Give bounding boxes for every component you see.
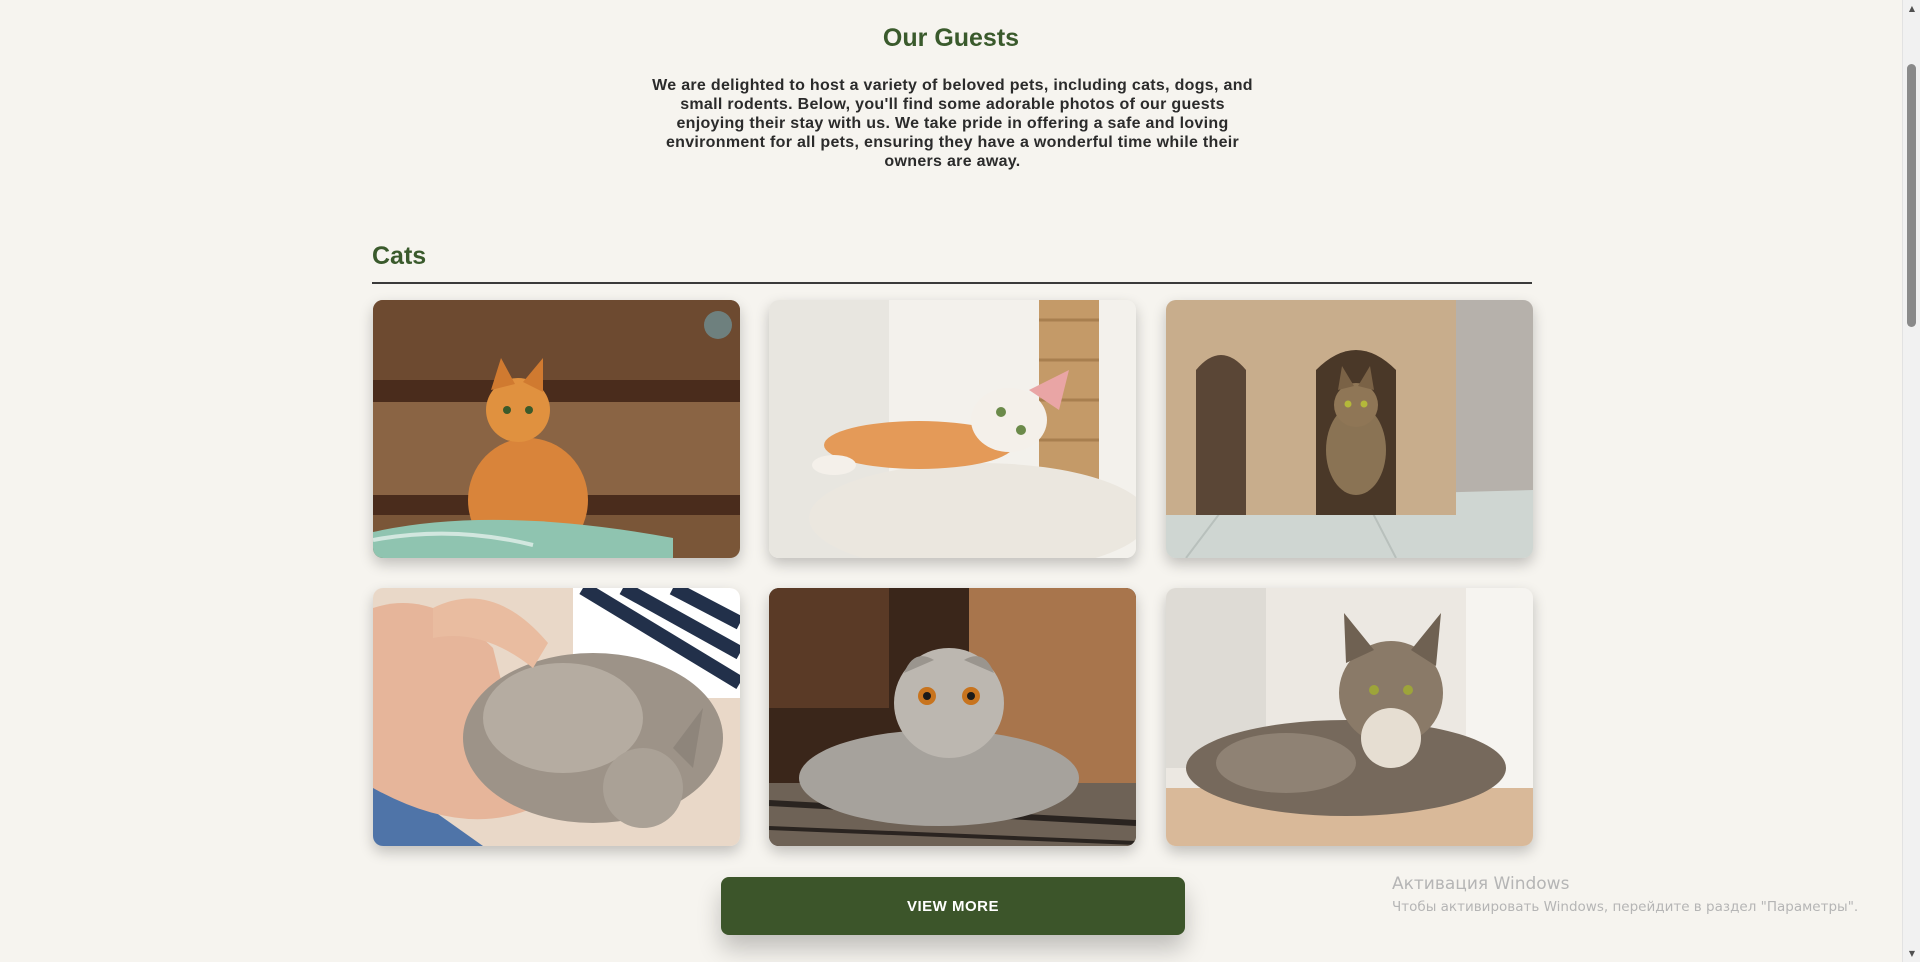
cat-photo-3-image: [1166, 300, 1533, 558]
scroll-down-arrow-icon[interactable]: ▼: [1903, 945, 1920, 962]
cat-photo-2[interactable]: [769, 300, 1136, 558]
view-more-button[interactable]: VIEW MORE: [721, 877, 1185, 935]
cat-photo-4[interactable]: [373, 588, 740, 846]
cat-photo-3[interactable]: [1166, 300, 1533, 558]
page-title: Our Guests: [882, 24, 1020, 52]
cat-photo-6-image: [1166, 588, 1533, 846]
watermark-subtitle: Чтобы активировать Windows, перейдите в …: [1392, 899, 1859, 915]
watermark-title: Активация Windows: [1392, 874, 1570, 894]
cat-photo-5[interactable]: [769, 588, 1136, 846]
vertical-scrollbar[interactable]: ▲ ▼: [1902, 0, 1920, 962]
cat-photo-1[interactable]: [373, 300, 740, 558]
scrollbar-thumb[interactable]: [1907, 64, 1916, 327]
windows-activation-watermark: Активация Windows Чтобы активировать Win…: [1392, 874, 1858, 915]
cat-photo-4-image: [373, 588, 740, 846]
cat-photo-2-image: [769, 300, 1136, 558]
section-divider: [372, 282, 1532, 284]
cat-photo-6[interactable]: [1166, 588, 1533, 846]
section-title-cats: Cats: [372, 242, 427, 270]
intro-paragraph: We are delighted to host a variety of be…: [652, 77, 1253, 170]
cat-photo-1-image: [373, 300, 740, 558]
cat-photo-5-image: [769, 588, 1136, 846]
page: Our Guests We are delighted to host a va…: [0, 0, 1902, 962]
scroll-up-arrow-icon[interactable]: ▲: [1903, 0, 1920, 17]
